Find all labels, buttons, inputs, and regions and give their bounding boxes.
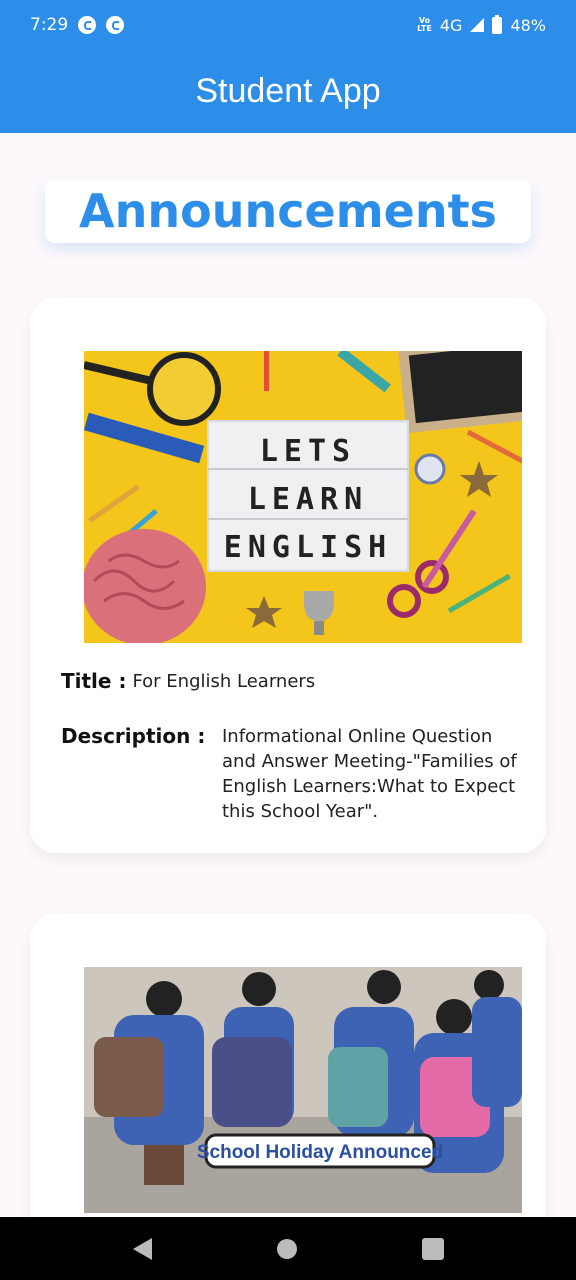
- page-heading-card: Announcements: [45, 179, 531, 243]
- battery-icon: [492, 14, 503, 34]
- system-nav-bar: [0, 1217, 576, 1280]
- app-title: Student App: [195, 72, 381, 110]
- home-icon[interactable]: [276, 1238, 297, 1259]
- notification-icon: [106, 16, 125, 34]
- announcement-image: LETS LEARN ENGLISH: [84, 351, 522, 643]
- announcement-title: For English Learners: [132, 671, 316, 692]
- page-title: Announcements: [79, 184, 497, 238]
- announcement-card[interactable]: School Holiday Announced: [30, 913, 546, 1253]
- battery-level: 48%: [510, 15, 546, 35]
- volte-icon: Vo LTE: [417, 16, 432, 33]
- announcement-card[interactable]: LETS LEARN ENGLISH Title : For English L…: [30, 297, 546, 853]
- status-time: 7:29: [30, 15, 69, 35]
- title-label: Title :: [61, 669, 127, 693]
- back-icon[interactable]: [132, 1237, 152, 1260]
- status-bar: 7:29 Vo LTE 4G 48%: [0, 0, 576, 50]
- network-type: 4G: [439, 15, 463, 35]
- title-row: Title : For English Learners: [61, 669, 315, 695]
- image-text-line-1: LETS: [260, 434, 356, 469]
- image-text-line-2: LEARN: [248, 482, 368, 517]
- description-row: Description : Informational Online Quest…: [61, 724, 522, 824]
- announcement-description: Informational Online Question and Answer…: [222, 726, 517, 822]
- recent-apps-icon[interactable]: [421, 1237, 444, 1260]
- image-banner-text: School Holiday Announced: [197, 1142, 443, 1163]
- description-label: Description :: [61, 724, 206, 748]
- announcement-image: School Holiday Announced: [84, 967, 522, 1213]
- signal-icon: [470, 18, 485, 32]
- image-text-line-3: ENGLISH: [224, 530, 392, 565]
- notification-icon: [78, 16, 97, 34]
- app-bar: Student App: [0, 50, 576, 133]
